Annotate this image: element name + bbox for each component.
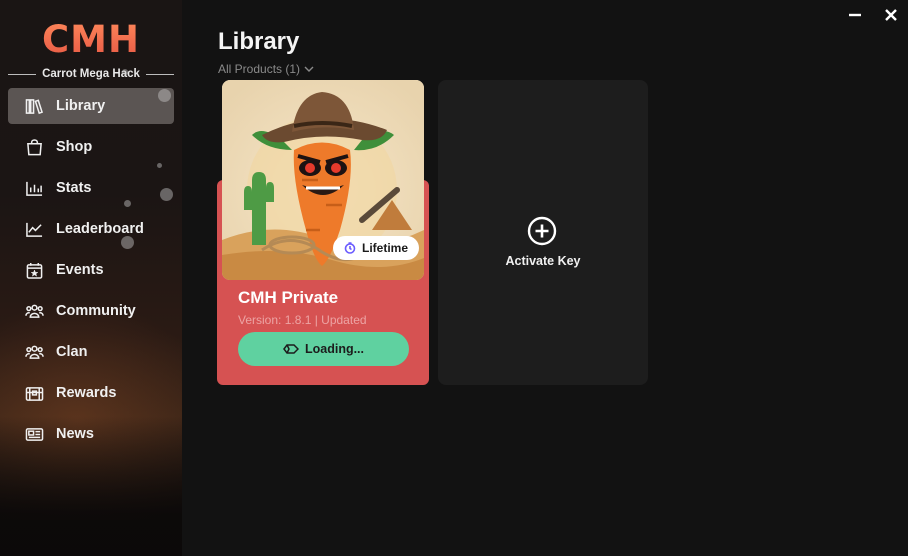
sidebar-item-label: News	[56, 426, 94, 442]
sidebar-item-clan[interactable]: Clan	[8, 334, 174, 370]
badge-label: Lifetime	[361, 241, 408, 255]
decorative-dot	[160, 188, 173, 201]
sidebar-item-label: Shop	[56, 139, 93, 155]
decorative-dot	[157, 163, 162, 168]
page-title: Library	[218, 28, 300, 55]
decorative-dot	[158, 89, 171, 102]
trend-chart-icon	[24, 220, 44, 238]
product-filter-dropdown[interactable]: All Products (1)	[218, 62, 314, 76]
library-icon	[24, 97, 44, 115]
minimize-button[interactable]	[844, 6, 866, 24]
sidebar-item-news[interactable]: News	[8, 416, 174, 452]
team-icon	[24, 343, 44, 361]
clock-icon	[344, 242, 356, 254]
shopping-bag-icon	[24, 138, 44, 156]
minimize-icon	[849, 13, 861, 17]
plus-circle-icon	[527, 216, 557, 246]
sidebar-item-label: Events	[56, 262, 104, 278]
sidebar: CMH Carrot Mega Hack Library Shop Stats …	[0, 0, 182, 556]
launch-button-label: Loading...	[304, 342, 365, 356]
sidebar-item-shop[interactable]: Shop	[8, 129, 174, 165]
sidebar-item-label: Stats	[56, 180, 92, 196]
sidebar-item-label: Community	[56, 303, 136, 319]
sidebar-item-label: Clan	[56, 344, 88, 360]
brand-logo: CMH	[0, 18, 182, 61]
sidebar-item-label: Leaderboard	[56, 221, 144, 237]
close-button[interactable]	[880, 6, 902, 24]
close-icon	[885, 9, 897, 21]
sidebar-nav: Library Shop Stats Leaderboard Events Co…	[8, 88, 174, 457]
decorative-dot	[124, 200, 131, 207]
product-version: Version: 1.8.1 | Updated	[238, 313, 367, 327]
newspaper-icon	[24, 425, 44, 443]
bar-chart-icon	[24, 179, 44, 197]
rocket-icon	[283, 344, 299, 354]
treasure-chest-icon	[24, 384, 44, 402]
app-window: CMH Carrot Mega Hack Library Shop Stats …	[0, 0, 908, 556]
sidebar-item-label: Library	[56, 98, 106, 114]
activate-key-label: Activate Key	[505, 254, 581, 268]
lifetime-badge: Lifetime	[333, 236, 419, 260]
sidebar-item-stats[interactable]: Stats	[8, 170, 174, 206]
product-filter-label: All Products (1)	[218, 62, 301, 76]
launch-button[interactable]: Loading...	[238, 332, 409, 366]
chevron-down-icon	[304, 66, 314, 72]
people-group-icon	[24, 302, 44, 320]
sidebar-item-rewards[interactable]: Rewards	[8, 375, 174, 411]
sidebar-item-community[interactable]: Community	[8, 293, 174, 329]
sidebar-item-events[interactable]: Events	[8, 252, 174, 288]
product-name: CMH Private	[238, 288, 339, 307]
calendar-star-icon	[24, 261, 44, 279]
sidebar-item-leaderboard[interactable]: Leaderboard	[8, 211, 174, 247]
sidebar-item-library[interactable]: Library	[8, 88, 174, 124]
tagline-row: Carrot Mega Hack	[8, 66, 175, 82]
sidebar-item-label: Rewards	[56, 385, 117, 401]
decorative-dot	[121, 236, 134, 249]
decorative-dot	[122, 69, 128, 75]
